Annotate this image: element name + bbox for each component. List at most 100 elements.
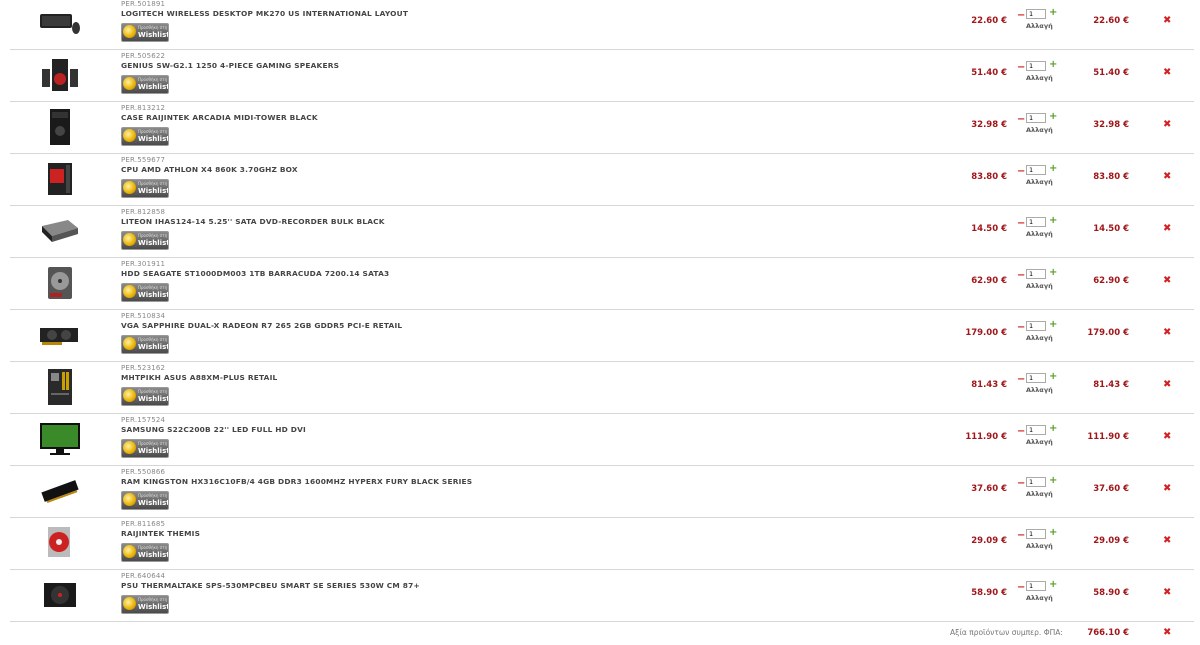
quantity-input[interactable] xyxy=(1026,9,1046,19)
product-name[interactable]: SAMSUNG S22C200B 22'' LED FULL HD DVI xyxy=(121,425,306,434)
quantity-decrease-button[interactable]: − xyxy=(1017,62,1025,73)
remove-item-button[interactable]: ✖ xyxy=(1163,119,1171,130)
quantity-input[interactable] xyxy=(1026,113,1046,123)
quantity-decrease-button[interactable]: − xyxy=(1017,478,1025,489)
graphics-card-icon[interactable] xyxy=(38,315,82,355)
wishlist-button[interactable]: Προσθήκη στη Wishlist xyxy=(121,387,169,406)
keyboard-icon[interactable] xyxy=(38,3,82,43)
unit-price: 51.40 € xyxy=(971,68,1007,78)
power-supply-icon[interactable] xyxy=(38,575,82,615)
update-quantity-link[interactable]: Αλλαγή xyxy=(1026,594,1053,602)
product-name[interactable]: HDD SEAGATE ST1000DM003 1TB BARRACUDA 72… xyxy=(121,269,389,278)
remove-item-button[interactable]: ✖ xyxy=(1163,587,1171,598)
quantity-increase-button[interactable]: + xyxy=(1049,371,1057,382)
unit-price: 22.60 € xyxy=(971,16,1007,26)
quantity-increase-button[interactable]: + xyxy=(1049,111,1057,122)
quantity-input[interactable] xyxy=(1026,321,1046,331)
wishlist-button[interactable]: Προσθήκη στη Wishlist xyxy=(121,23,169,42)
quantity-input[interactable] xyxy=(1026,269,1046,279)
remove-item-button[interactable]: ✖ xyxy=(1163,171,1171,182)
wishlist-button[interactable]: Προσθήκη στη Wishlist xyxy=(121,439,169,458)
product-name[interactable]: RAIJINTEK THEMIS xyxy=(121,529,200,538)
speakers-icon[interactable] xyxy=(38,55,82,95)
quantity-increase-button[interactable]: + xyxy=(1049,215,1057,226)
product-name[interactable]: LOGITECH WIRELESS DESKTOP MK270 US INTER… xyxy=(121,9,408,18)
remove-item-button[interactable]: ✖ xyxy=(1163,379,1171,390)
quantity-input[interactable] xyxy=(1026,61,1046,71)
wishlist-button[interactable]: Προσθήκη στη Wishlist xyxy=(121,231,169,250)
quantity-input[interactable] xyxy=(1026,165,1046,175)
quantity-increase-button[interactable]: + xyxy=(1049,475,1057,486)
quantity-input[interactable] xyxy=(1026,477,1046,487)
quantity-decrease-button[interactable]: − xyxy=(1017,374,1025,385)
wishlist-button[interactable]: Προσθήκη στη Wishlist xyxy=(121,75,169,94)
wishlist-button[interactable]: Προσθήκη στη Wishlist xyxy=(121,179,169,198)
update-quantity-link[interactable]: Αλλαγή xyxy=(1026,126,1053,134)
update-quantity-link[interactable]: Αλλαγή xyxy=(1026,22,1053,30)
cpu-box-icon[interactable] xyxy=(38,159,82,199)
quantity-input[interactable] xyxy=(1026,373,1046,383)
wishlist-button[interactable]: Προσθήκη στη Wishlist xyxy=(121,127,169,146)
quantity-input[interactable] xyxy=(1026,425,1046,435)
wishlist-button[interactable]: Προσθήκη στη Wishlist xyxy=(121,543,169,562)
quantity-decrease-button[interactable]: − xyxy=(1017,582,1025,593)
quantity-increase-button[interactable]: + xyxy=(1049,319,1057,330)
update-quantity-link[interactable]: Αλλαγή xyxy=(1026,490,1053,498)
remove-item-button[interactable]: ✖ xyxy=(1163,275,1171,286)
product-name[interactable]: VGA SAPPHIRE DUAL-X RADEON R7 265 2GB GD… xyxy=(121,321,402,330)
quantity-increase-button[interactable]: + xyxy=(1049,527,1057,538)
wishlist-button[interactable]: Προσθήκη στη Wishlist xyxy=(121,283,169,302)
remove-item-button[interactable]: ✖ xyxy=(1163,327,1171,338)
update-quantity-link[interactable]: Αλλαγή xyxy=(1026,438,1053,446)
quantity-input[interactable] xyxy=(1026,217,1046,227)
product-name[interactable]: ΜΗΤΡΙΚΗ ASUS A88XM-PLUS RETAIL xyxy=(121,373,277,382)
remove-item-button[interactable]: ✖ xyxy=(1163,535,1171,546)
quantity-decrease-button[interactable]: − xyxy=(1017,166,1025,177)
quantity-decrease-button[interactable]: − xyxy=(1017,114,1025,125)
quantity-decrease-button[interactable]: − xyxy=(1017,270,1025,281)
quantity-increase-button[interactable]: + xyxy=(1049,163,1057,174)
wishlist-button[interactable]: Προσθήκη στη Wishlist xyxy=(121,335,169,354)
product-name[interactable]: PSU THERMALTAKE SPS-530MPCBEU SMART SE S… xyxy=(121,581,420,590)
clear-cart-button[interactable]: ✖ xyxy=(1163,627,1171,638)
remove-item-button[interactable]: ✖ xyxy=(1163,15,1171,26)
quantity-decrease-button[interactable]: − xyxy=(1017,322,1025,333)
hard-drive-icon[interactable] xyxy=(38,263,82,303)
dvd-drive-icon[interactable] xyxy=(38,211,82,251)
quantity-input[interactable] xyxy=(1026,581,1046,591)
quantity-increase-button[interactable]: + xyxy=(1049,423,1057,434)
wishlist-button[interactable]: Προσθήκη στη Wishlist xyxy=(121,595,169,614)
cpu-cooler-icon[interactable] xyxy=(38,523,82,563)
update-quantity-link[interactable]: Αλλαγή xyxy=(1026,282,1053,290)
quantity-input[interactable] xyxy=(1026,529,1046,539)
update-quantity-link[interactable]: Αλλαγή xyxy=(1026,74,1053,82)
product-name[interactable]: CPU AMD ATHLON X4 860K 3.70GHZ BOX xyxy=(121,165,298,174)
product-name[interactable]: CASE RAIJINTEK ARCADIA MIDI-TOWER BLACK xyxy=(121,113,318,122)
quantity-decrease-button[interactable]: − xyxy=(1017,530,1025,541)
remove-item-button[interactable]: ✖ xyxy=(1163,431,1171,442)
quantity-decrease-button[interactable]: − xyxy=(1017,426,1025,437)
remove-item-button[interactable]: ✖ xyxy=(1163,483,1171,494)
quantity-decrease-button[interactable]: − xyxy=(1017,218,1025,229)
update-quantity-link[interactable]: Αλλαγή xyxy=(1026,386,1053,394)
quantity-increase-button[interactable]: + xyxy=(1049,579,1057,590)
product-name[interactable]: RAM KINGSTON HX316C10FB/4 4GB DDR3 1600M… xyxy=(121,477,472,486)
product-name[interactable]: GENIUS SW-G2.1 1250 4-PIECE GAMING SPEAK… xyxy=(121,61,339,70)
quantity-increase-button[interactable]: + xyxy=(1049,267,1057,278)
ram-stick-icon[interactable] xyxy=(38,471,82,511)
pc-case-icon[interactable] xyxy=(38,107,82,147)
update-quantity-link[interactable]: Αλλαγή xyxy=(1026,334,1053,342)
update-quantity-link[interactable]: Αλλαγή xyxy=(1026,178,1053,186)
motherboard-icon[interactable] xyxy=(38,367,82,407)
wishlist-button[interactable]: Προσθήκη στη Wishlist xyxy=(121,491,169,510)
quantity-increase-button[interactable]: + xyxy=(1049,59,1057,70)
update-quantity-link[interactable]: Αλλαγή xyxy=(1026,230,1053,238)
update-quantity-link[interactable]: Αλλαγή xyxy=(1026,542,1053,550)
quantity-decrease-button[interactable]: − xyxy=(1017,10,1025,21)
quantity-increase-button[interactable]: + xyxy=(1049,7,1057,18)
monitor-icon[interactable] xyxy=(38,419,82,459)
wishlist-caption: Προσθήκη στη xyxy=(138,389,168,394)
remove-item-button[interactable]: ✖ xyxy=(1163,223,1171,234)
remove-item-button[interactable]: ✖ xyxy=(1163,67,1171,78)
product-name[interactable]: LITEON IHAS124-14 5.25'' SATA DVD-RECORD… xyxy=(121,217,385,226)
